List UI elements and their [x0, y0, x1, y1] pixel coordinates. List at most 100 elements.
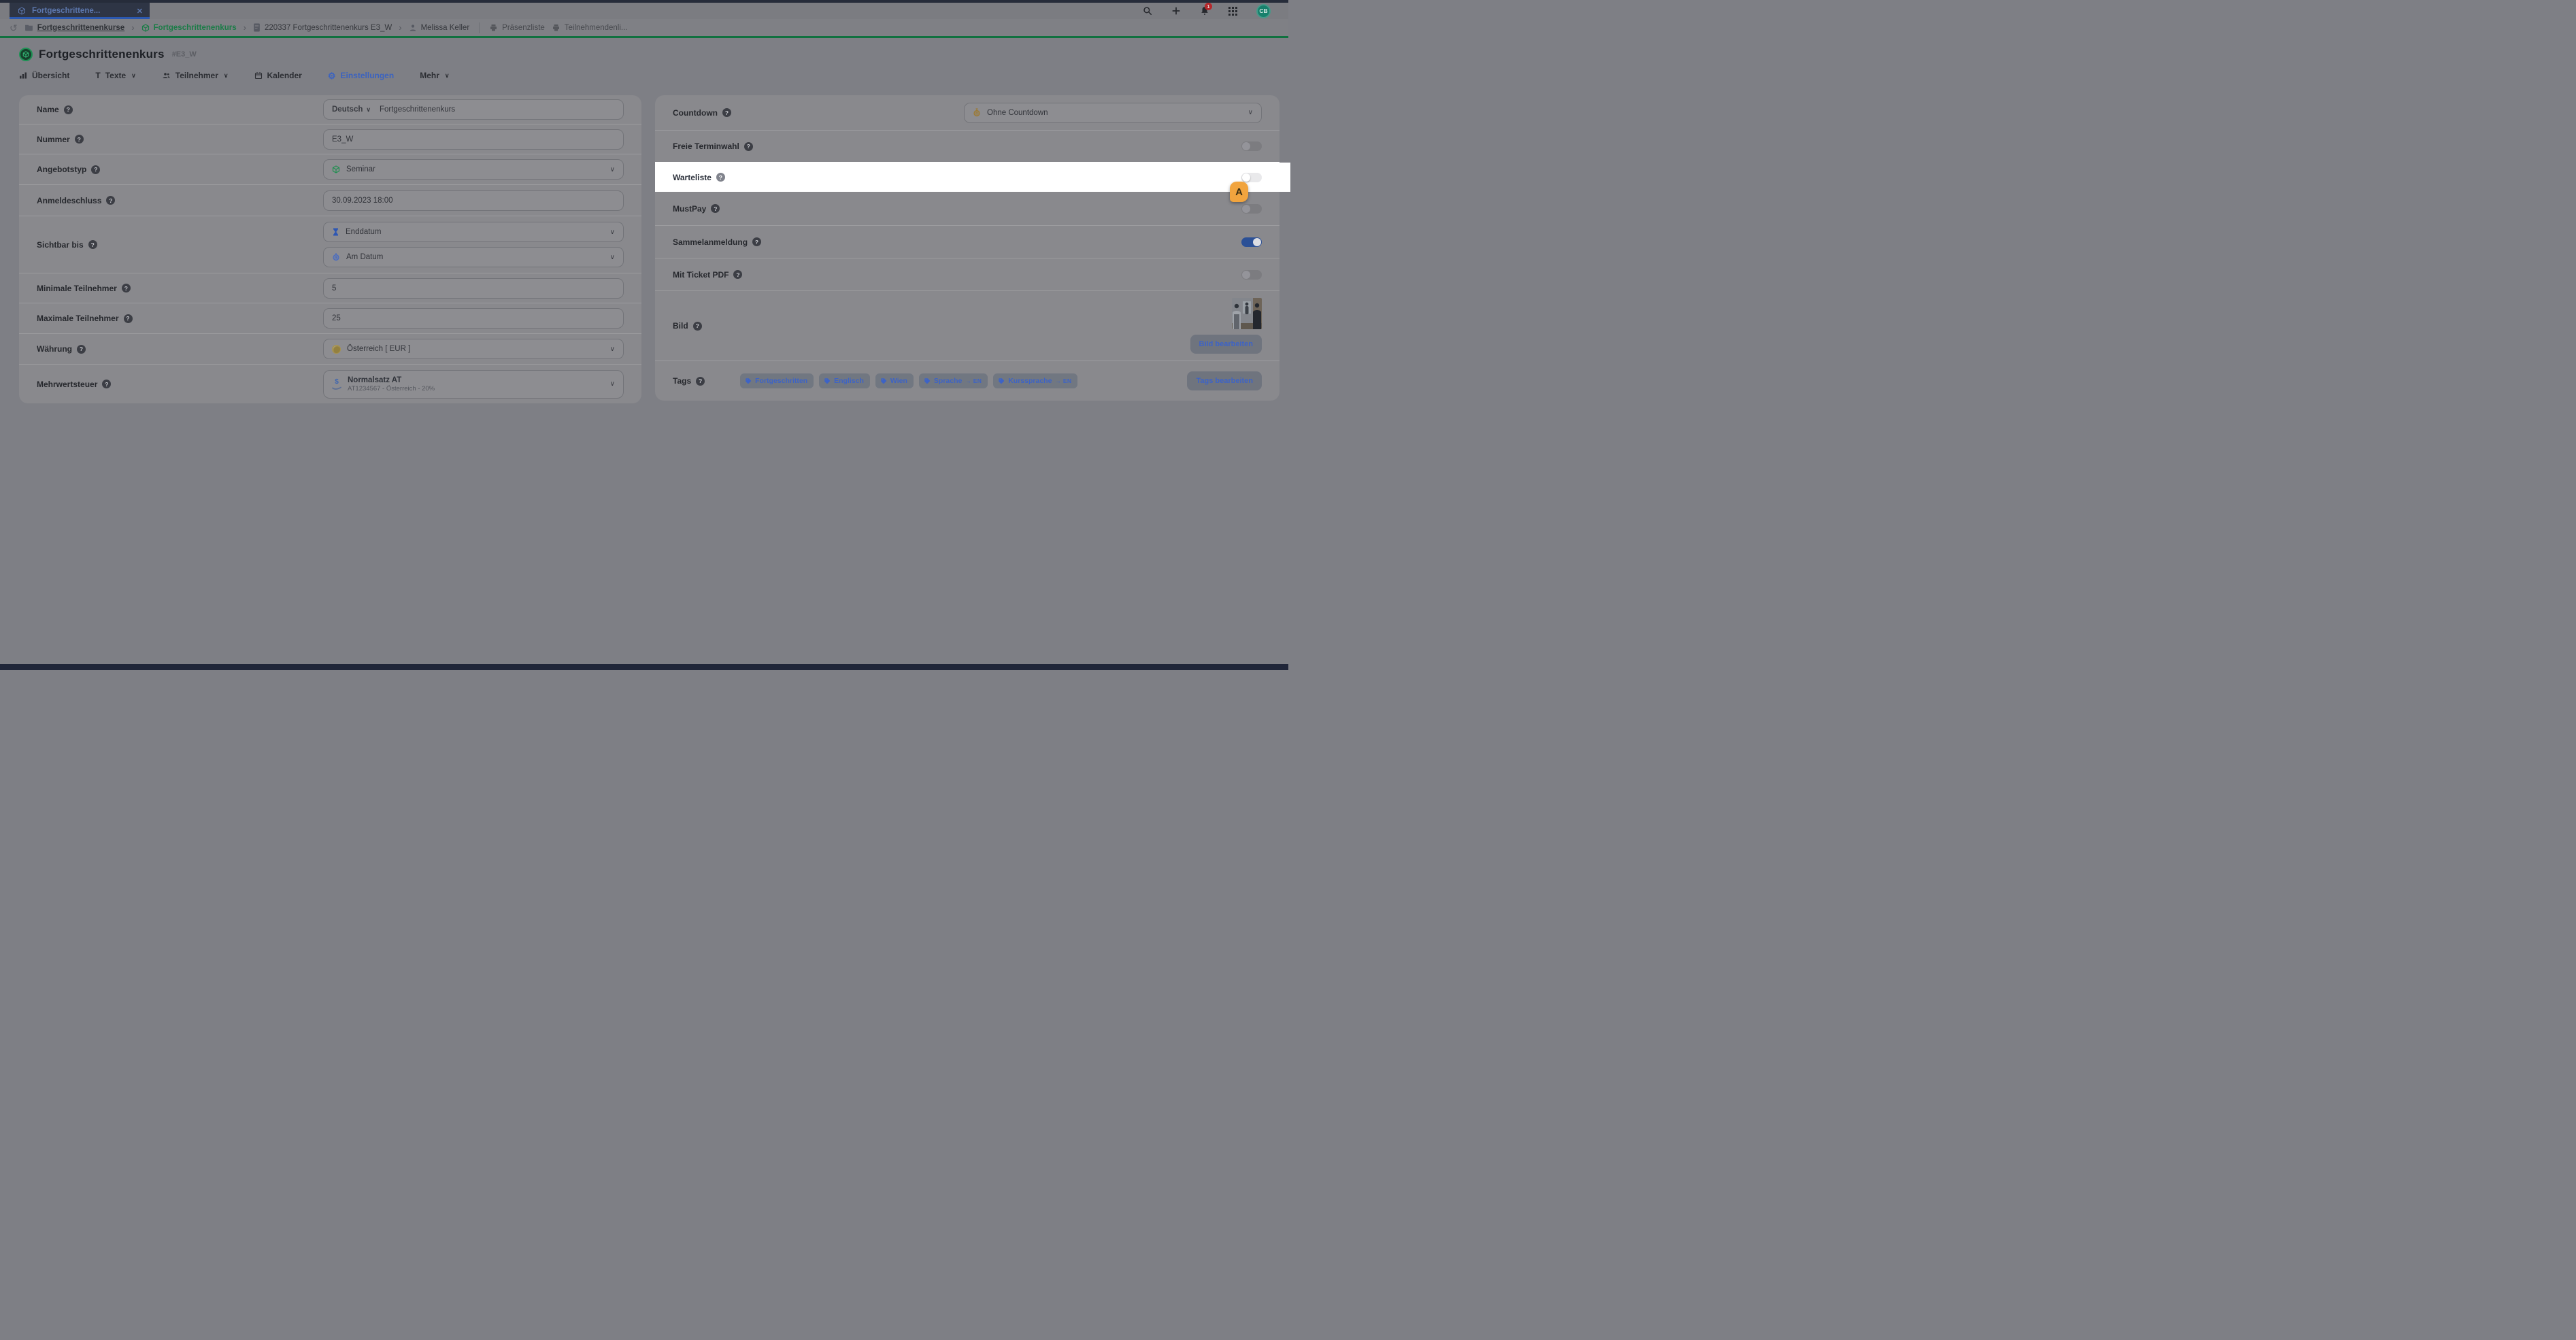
workspace-tab[interactable]: Fortgeschrittene... ✕ — [10, 3, 150, 19]
tag-icon — [745, 378, 752, 384]
help-icon[interactable]: ? — [733, 270, 742, 279]
calendar-icon — [254, 71, 263, 80]
sichtbar-bis-mode-select[interactable]: Enddatum ∨ — [323, 222, 624, 242]
help-icon[interactable]: ? — [77, 345, 86, 354]
tag-list: Fortgeschritten Englisch — [740, 373, 1187, 388]
tab-teilnehmer[interactable]: Teilnehmer ∨ — [162, 71, 229, 80]
breadcrumb-divider — [479, 22, 480, 33]
field-label: Mehrwertsteuer — [37, 380, 97, 389]
help-icon[interactable]: ? — [75, 135, 84, 144]
tab-close-icon[interactable]: ✕ — [137, 7, 143, 16]
tab-einstellungen[interactable]: ⚙ Einstellungen — [328, 71, 394, 80]
tag-chip[interactable]: Fortgeschritten — [740, 373, 814, 388]
row-nummer: Nummer ? E3_W — [19, 124, 641, 154]
chevron-down-icon: ∨ — [131, 72, 136, 80]
waehrung-select[interactable]: Österreich [ EUR ] ∨ — [323, 339, 624, 359]
anmeldeschluss-input[interactable]: 30.09.2023 18:00 — [323, 190, 624, 211]
page-title: Fortgeschrittenenkurs — [39, 48, 165, 61]
help-icon[interactable]: ? — [88, 240, 97, 249]
help-icon[interactable]: ? — [744, 142, 753, 151]
mehrwertsteuer-select[interactable]: $ Normalsatz AT AT1234567 - Österreich -… — [323, 370, 624, 399]
tags-bearbeiten-button[interactable]: Tags bearbeiten — [1187, 371, 1262, 390]
row-sammelanmeldung: Sammelanmeldung ? — [655, 225, 1279, 258]
min-teilnehmer-input[interactable]: 5 — [323, 278, 624, 299]
tag-chip[interactable]: Kurssprache → EN — [993, 373, 1077, 388]
language-selector[interactable]: Deutsch ∨ — [332, 105, 371, 114]
breadcrumb-item-kurs[interactable]: Fortgeschrittenenkurs — [141, 24, 237, 32]
help-icon[interactable]: ? — [696, 377, 705, 386]
breadcrumb-separator: › — [244, 22, 246, 33]
chevron-down-icon: ∨ — [1248, 109, 1253, 116]
help-icon[interactable]: ? — [716, 173, 725, 182]
tax-hand-icon: $ — [332, 379, 341, 390]
sichtbar-bis-datum-select[interactable]: Am Datum ∨ — [323, 247, 624, 267]
notifications-bell-icon[interactable]: 1 — [1200, 6, 1209, 16]
tab-texte[interactable]: T Texte ∨ — [95, 71, 135, 80]
help-icon[interactable]: ? — [64, 105, 73, 114]
help-icon[interactable]: ? — [722, 108, 731, 117]
coin-icon — [332, 345, 341, 354]
max-teilnehmer-input[interactable]: 25 — [323, 308, 624, 329]
topbar-actions: 1 CB — [1143, 3, 1288, 19]
apps-grid-icon[interactable] — [1228, 7, 1237, 16]
tag-chip[interactable]: Englisch — [819, 373, 870, 388]
text-icon: T — [95, 71, 100, 80]
history-icon[interactable]: ↺ — [10, 23, 18, 33]
angebotstyp-select[interactable]: Seminar ∨ — [323, 159, 624, 180]
help-icon[interactable]: ? — [122, 284, 131, 292]
gear-icon: ⚙ — [328, 71, 336, 80]
tab-kalender[interactable]: Kalender — [254, 71, 302, 80]
sammelanmeldung-toggle[interactable] — [1241, 237, 1262, 247]
action-teilnehmendenliste[interactable]: Teilnehmendenli... — [552, 24, 628, 32]
breadcrumb-item-termin[interactable]: 220337 Fortgeschrittenenkurs E3_W — [253, 23, 392, 32]
help-icon[interactable]: ? — [91, 165, 100, 174]
field-label: MustPay — [673, 204, 706, 214]
settings-card-right: Countdown ? Ohne Countdown ∨ — [655, 95, 1279, 401]
person-icon — [409, 24, 417, 32]
countdown-select[interactable]: Ohne Countdown ∨ — [964, 103, 1262, 123]
bild-bearbeiten-button[interactable]: Bild bearbeiten — [1190, 335, 1262, 354]
help-icon[interactable]: ? — [752, 237, 761, 246]
chevron-down-icon: ∨ — [445, 72, 450, 80]
field-label: Warteliste — [673, 173, 712, 182]
breadcrumb-item-kurse[interactable]: Fortgeschrittenenkurse — [24, 23, 124, 32]
avatar[interactable]: CB — [1256, 4, 1271, 18]
tab-uebersicht[interactable]: Übersicht — [19, 71, 69, 80]
name-input[interactable]: Deutsch ∨ Fortgeschrittenenkurs — [323, 99, 624, 120]
cube-icon — [141, 24, 150, 32]
document-icon — [253, 23, 261, 32]
help-icon[interactable]: ? — [102, 380, 111, 388]
chevron-down-icon: ∨ — [224, 72, 229, 80]
mustpay-toggle[interactable] — [1241, 204, 1262, 214]
mit-ticket-pdf-toggle[interactable] — [1241, 270, 1262, 280]
tag-icon — [824, 378, 831, 384]
field-label: Angebotstyp — [37, 165, 86, 174]
warteliste-toggle[interactable] — [1241, 173, 1262, 182]
add-icon[interactable] — [1171, 6, 1181, 16]
field-label: Währung — [37, 344, 72, 354]
help-icon[interactable]: ? — [124, 314, 133, 323]
action-praesenzliste[interactable]: Präsenzliste — [489, 24, 545, 32]
printer-icon — [489, 24, 498, 32]
course-code: #E3_W — [172, 50, 197, 58]
help-icon[interactable]: ? — [106, 196, 115, 205]
page-header: Fortgeschrittenenkurs #E3_W — [0, 48, 1288, 61]
chevron-down-icon: ∨ — [366, 106, 371, 114]
help-icon[interactable]: ? — [693, 322, 702, 331]
tag-chip[interactable]: Wien — [875, 373, 914, 388]
field-label: Freie Terminwahl — [673, 141, 739, 151]
breadcrumb-item-person[interactable]: Melissa Keller — [409, 24, 470, 32]
help-icon[interactable]: ? — [711, 204, 720, 213]
sichtbar-bis-datum-value: Am Datum — [346, 253, 383, 261]
field-label: Tags — [673, 376, 691, 386]
tab-mehr[interactable]: Mehr ∨ — [420, 71, 449, 80]
nummer-input[interactable]: E3_W — [323, 129, 624, 150]
chevron-down-icon: ∨ — [610, 380, 615, 388]
tag-chip[interactable]: Sprache → EN — [919, 373, 988, 388]
freie-terminwahl-toggle[interactable] — [1241, 141, 1262, 151]
folder-icon — [24, 23, 33, 32]
chart-icon — [19, 71, 27, 80]
hourglass-icon — [332, 228, 339, 236]
search-icon[interactable] — [1143, 6, 1152, 16]
mehrwertsteuer-value: Normalsatz AT — [348, 375, 435, 386]
